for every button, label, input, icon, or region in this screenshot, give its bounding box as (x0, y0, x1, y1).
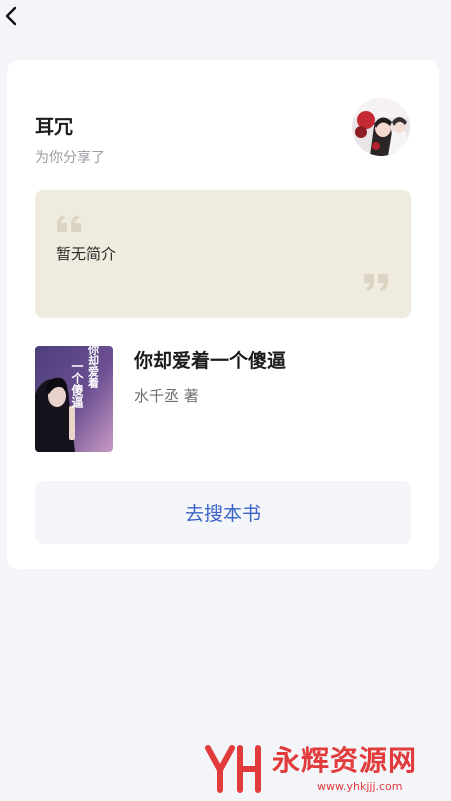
watermark-name: 永辉资源网 (272, 744, 418, 777)
avatar-illustration (352, 98, 410, 156)
search-book-button[interactable]: 去搜本书 (35, 481, 411, 544)
share-card: 耳冗 为你分享了 暂无简介 你却爱着 一个傻逼 你却爱着一个傻逼 水千丞 著 去… (7, 60, 439, 569)
watermark-url: www.yhkjjj.com (317, 780, 403, 793)
quote-close-icon (364, 274, 388, 291)
cover-title-line-1: 你却爱着 (87, 346, 101, 389)
avatar[interactable] (352, 98, 410, 156)
intro-text: 暂无简介 (56, 245, 117, 263)
book-title[interactable]: 你却爱着一个傻逼 (134, 349, 286, 373)
share-note: 为你分享了 (35, 150, 105, 166)
quote-open-icon (57, 215, 81, 232)
sharer-name: 耳冗 (35, 116, 74, 138)
back-button[interactable] (0, 0, 26, 30)
intro-quote-box: 暂无简介 (35, 190, 411, 318)
book-cover-image: 你却爱着 一个傻逼 (35, 346, 113, 452)
book-author: 水千丞 著 (134, 387, 199, 405)
book-cover[interactable]: 你却爱着 一个傻逼 (35, 346, 113, 452)
watermark-logo (205, 745, 261, 793)
watermark: 永辉资源网 www.yhkjjj.com (204, 740, 434, 796)
chevron-left-icon (5, 6, 17, 26)
cover-title-line-2: 一个傻逼 (70, 360, 84, 409)
